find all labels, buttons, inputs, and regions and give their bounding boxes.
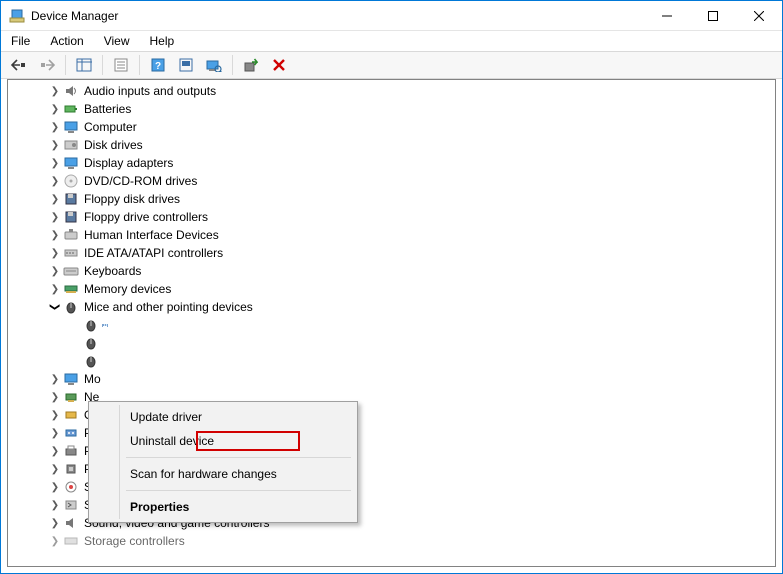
floppy-icon <box>63 191 79 207</box>
sound-icon <box>63 515 79 531</box>
nav-forward-button[interactable] <box>35 54 59 76</box>
toolbar-icon-a[interactable] <box>174 54 198 76</box>
software-icon <box>63 497 79 513</box>
speaker-icon <box>63 83 79 99</box>
monitor-icon <box>63 119 79 135</box>
tree-item-storage[interactable]: ❯ Storage controllers <box>12 532 775 550</box>
maximize-button[interactable] <box>690 1 736 31</box>
menu-file[interactable]: File <box>9 33 32 49</box>
menu-separator <box>126 457 351 458</box>
menu-item-uninstall-device[interactable]: Uninstall device <box>92 429 354 453</box>
tree-item-floppydisk[interactable]: ❯ Floppy disk drives <box>12 190 775 208</box>
properties-button[interactable] <box>109 54 133 76</box>
enable-device-button[interactable] <box>239 54 263 76</box>
mouse-icon <box>83 353 99 369</box>
floppy-controller-icon <box>63 209 79 225</box>
network-icon <box>63 389 79 405</box>
chevron-right-icon[interactable]: ❯ <box>48 282 62 296</box>
context-menu: Update driver Uninstall device Scan for … <box>88 401 358 523</box>
chevron-right-icon[interactable]: ❯ <box>48 390 62 404</box>
chevron-right-icon[interactable]: ❯ <box>48 444 62 458</box>
tree-item-mice[interactable]: ❯ Mice and other pointing devices <box>12 298 775 316</box>
chevron-right-icon[interactable]: ❯ <box>48 84 62 98</box>
app-icon <box>9 8 25 24</box>
chevron-down-icon[interactable]: ❯ <box>48 300 62 314</box>
memory-icon <box>63 281 79 297</box>
menu-item-properties[interactable]: Properties <box>92 495 354 519</box>
content-area: ❯ Audio inputs and outputs ❯ Batteries ❯… <box>1 79 782 573</box>
mouse-icon <box>63 299 79 315</box>
chevron-right-icon[interactable]: ❯ <box>48 156 62 170</box>
tree-item-mouse-device-1[interactable] <box>12 316 775 334</box>
tree-item-hid[interactable]: ❯ Human Interface Devices <box>12 226 775 244</box>
close-button[interactable] <box>736 1 782 31</box>
tree-item-batteries[interactable]: ❯ Batteries <box>12 100 775 118</box>
show-hide-tree-button[interactable] <box>72 54 96 76</box>
chevron-right-icon[interactable]: ❯ <box>48 480 62 494</box>
monitor-icon <box>63 371 79 387</box>
chevron-right-icon[interactable]: ❯ <box>48 174 62 188</box>
window-title: Device Manager <box>31 9 644 23</box>
storage-icon <box>63 533 79 549</box>
menu-view[interactable]: View <box>102 33 132 49</box>
display-adapter-icon <box>63 155 79 171</box>
chevron-right-icon[interactable]: ❯ <box>48 534 62 548</box>
tree-item-mouse-device-3[interactable] <box>12 352 775 370</box>
keyboard-icon <box>63 263 79 279</box>
menu-action[interactable]: Action <box>48 33 85 49</box>
chevron-right-icon[interactable]: ❯ <box>48 462 62 476</box>
scan-hardware-button[interactable] <box>202 54 226 76</box>
menu-separator <box>126 490 351 491</box>
chevron-right-icon[interactable]: ❯ <box>48 426 62 440</box>
menu-item-update-driver[interactable]: Update driver <box>92 405 354 429</box>
minimize-button[interactable] <box>644 1 690 31</box>
mouse-icon <box>83 317 99 333</box>
svg-text:?: ? <box>155 61 161 72</box>
chevron-right-icon[interactable]: ❯ <box>48 138 62 152</box>
tree-item-memory[interactable]: ❯ Memory devices <box>12 280 775 298</box>
battery-icon <box>63 101 79 117</box>
sensor-icon <box>63 479 79 495</box>
menubar: File Action View Help <box>1 31 782 51</box>
ports-icon <box>63 425 79 441</box>
chevron-right-icon[interactable]: ❯ <box>48 246 62 260</box>
chevron-right-icon[interactable]: ❯ <box>48 498 62 512</box>
tree-item-audio[interactable]: ❯ Audio inputs and outputs <box>12 82 775 100</box>
menu-help[interactable]: Help <box>148 33 177 49</box>
tree-item-mouse-device-2[interactable] <box>12 334 775 352</box>
hdd-icon <box>63 137 79 153</box>
disc-icon <box>63 173 79 189</box>
chevron-right-icon[interactable]: ❯ <box>48 228 62 242</box>
other-devices-icon <box>63 407 79 423</box>
chevron-right-icon[interactable]: ❯ <box>48 516 62 530</box>
chevron-right-icon[interactable]: ❯ <box>48 102 62 116</box>
tree-item-monitors[interactable]: ❯ Mo <box>12 370 775 388</box>
cpu-icon <box>63 461 79 477</box>
chevron-right-icon[interactable]: ❯ <box>48 408 62 422</box>
tree-item-floppyctrl[interactable]: ❯ Floppy drive controllers <box>12 208 775 226</box>
chevron-right-icon[interactable]: ❯ <box>48 120 62 134</box>
chevron-right-icon[interactable]: ❯ <box>48 192 62 206</box>
menu-item-scan-hardware[interactable]: Scan for hardware changes <box>92 462 354 486</box>
tree-item-computer[interactable]: ❯ Computer <box>12 118 775 136</box>
uninstall-device-button[interactable] <box>267 54 291 76</box>
titlebar: Device Manager <box>1 1 782 31</box>
mouse-icon <box>83 335 99 351</box>
tree-item-disk[interactable]: ❯ Disk drives <box>12 136 775 154</box>
toolbar: ? <box>1 51 782 79</box>
chevron-right-icon[interactable]: ❯ <box>48 264 62 278</box>
ide-icon <box>63 245 79 261</box>
printer-icon <box>63 443 79 459</box>
chevron-right-icon[interactable]: ❯ <box>48 372 62 386</box>
tree-item-display[interactable]: ❯ Display adapters <box>12 154 775 172</box>
tree-item-keyboards[interactable]: ❯ Keyboards <box>12 262 775 280</box>
chevron-right-icon[interactable]: ❯ <box>48 210 62 224</box>
tree-item-dvd[interactable]: ❯ DVD/CD-ROM drives <box>12 172 775 190</box>
tree-item-ide[interactable]: ❯ IDE ATA/ATAPI controllers <box>12 244 775 262</box>
hid-icon <box>63 227 79 243</box>
help-button[interactable]: ? <box>146 54 170 76</box>
nav-back-button[interactable] <box>7 54 31 76</box>
